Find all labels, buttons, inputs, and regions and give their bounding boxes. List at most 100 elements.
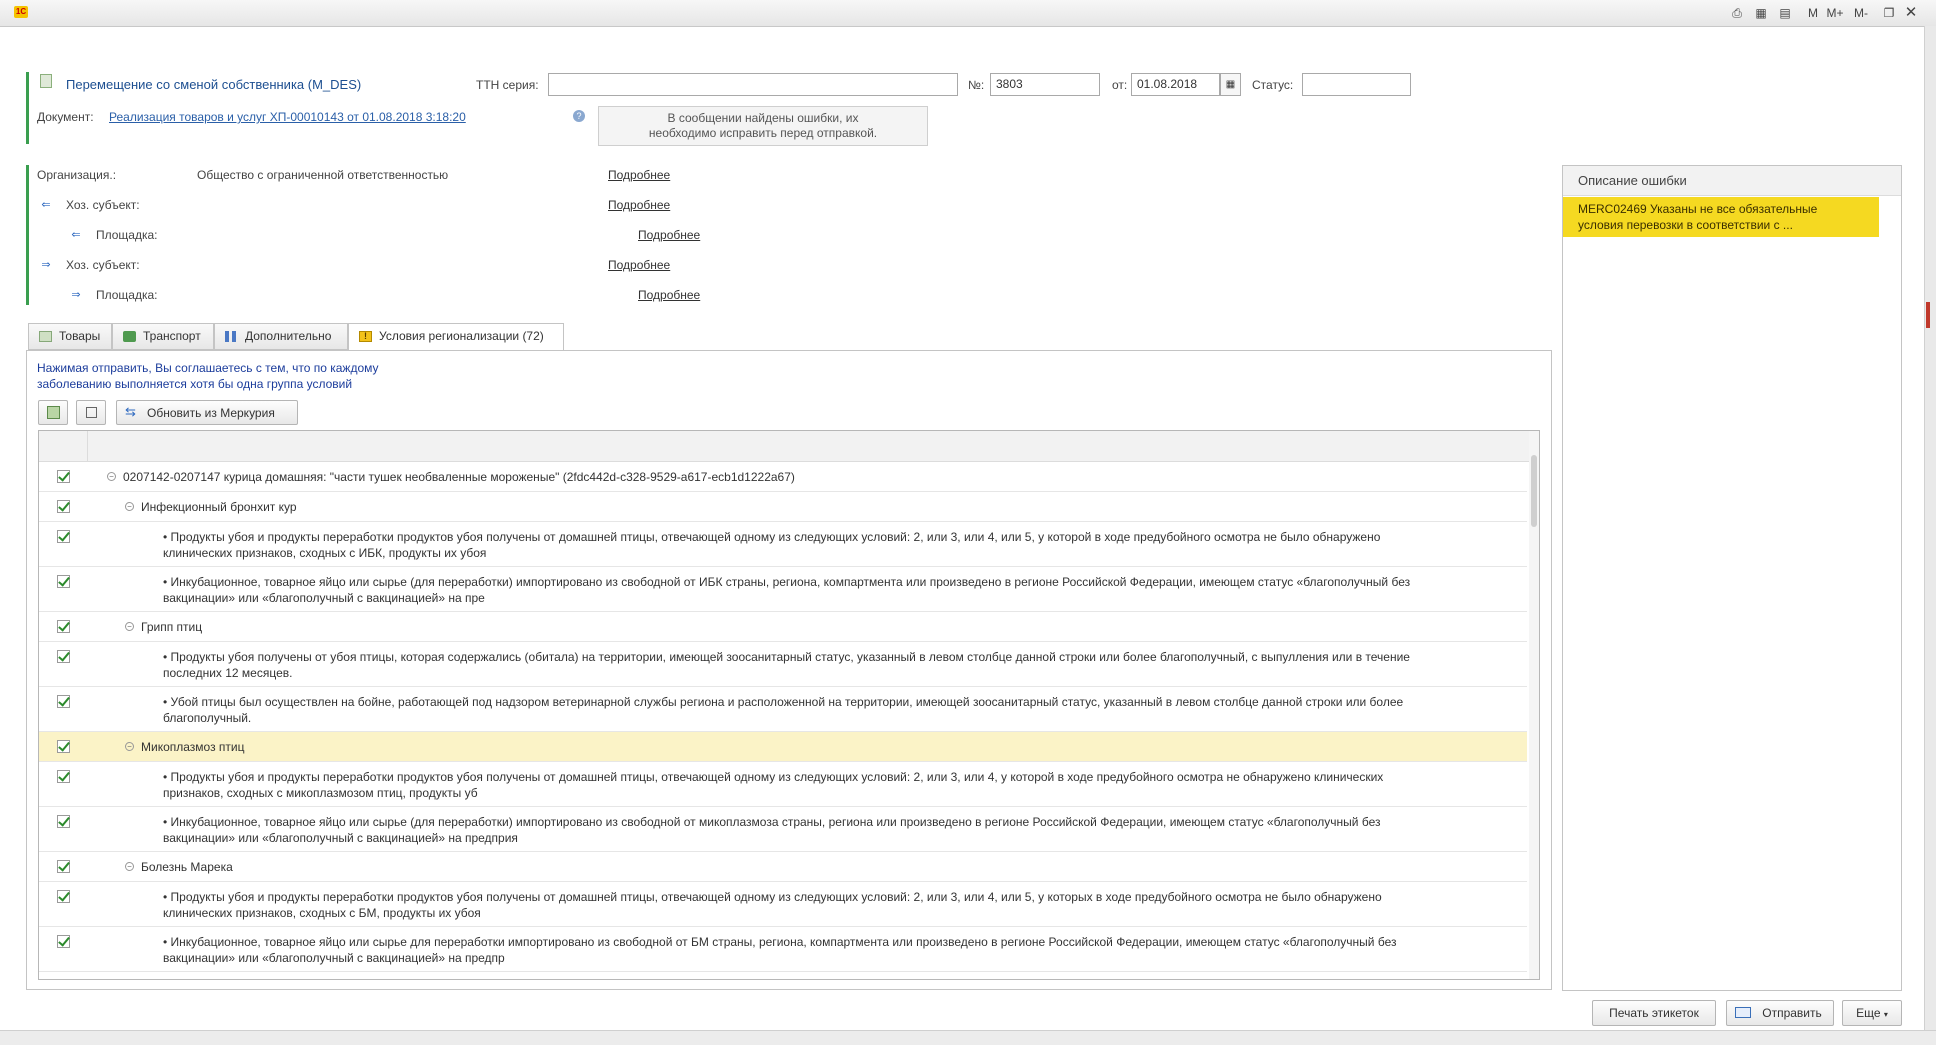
condition-row[interactable]: • Инкубационное, товарное яйцо или сырье…: [39, 807, 1527, 852]
close-icon[interactable]: ✕: [1902, 4, 1920, 22]
notice-line1: Нажимая отправить, Вы соглашаетесь с тем…: [37, 361, 379, 375]
tab-goods[interactable]: Товары: [28, 323, 112, 350]
grid-header: [39, 431, 1539, 462]
row-text-line1: • Продукты убоя и продукты переработки п…: [163, 890, 1382, 904]
header-accent-bar: [26, 72, 29, 144]
row-checkbox[interactable]: [57, 860, 70, 873]
date-field[interactable]: 01.08.2018: [1131, 73, 1220, 96]
row-text-line1: • Продукты убоя и продукты переработки п…: [163, 530, 1381, 544]
error-description-panel: Описание ошибки MERC02469 Указаны не все…: [1562, 165, 1902, 991]
row-text-line2: вакцинации» или «благополучный с вакцина…: [163, 951, 505, 965]
sender-site-more-link[interactable]: Подробнее: [638, 228, 700, 242]
row-checkbox[interactable]: [57, 935, 70, 948]
tab-transport-label: Транспорт: [143, 329, 201, 343]
row-text: • Продукты убоя получены от убоя птицы, …: [163, 649, 1410, 681]
row-text: • Убой птицы был осуществлен на бойне, р…: [163, 694, 1403, 726]
row-checkbox[interactable]: [57, 695, 70, 708]
disease-row[interactable]: − Микоплазмоз птиц: [39, 732, 1527, 762]
grid-header-divider: [87, 431, 88, 461]
more-actions-button[interactable]: Еще ▾: [1842, 1000, 1902, 1026]
error-notification-line2: необходимо исправить перед отправкой.: [648, 126, 878, 140]
organization-more-link[interactable]: Подробнее: [608, 168, 670, 182]
receiver-more-link[interactable]: Подробнее: [608, 258, 670, 272]
tab-transport[interactable]: Транспорт: [112, 323, 214, 350]
ttn-series-field[interactable]: [548, 73, 958, 96]
document-link[interactable]: Реализация товаров и услуг ХП-00010143 о…: [109, 110, 466, 124]
row-checkbox[interactable]: [57, 740, 70, 753]
calendar-icon[interactable]: ▤: [1776, 4, 1794, 22]
vertical-scrollbar[interactable]: [1529, 431, 1539, 979]
list-icon: [225, 331, 238, 342]
receiver-site-label: Площадка:: [96, 288, 158, 302]
condition-row[interactable]: • Инкубационное, товарное яйцо или сырье…: [39, 927, 1527, 972]
condition-row[interactable]: • Продукты убоя и продукты переработки п…: [39, 882, 1527, 927]
copy-button[interactable]: [76, 400, 106, 425]
row-text-line2: признаков, сходных с микоплазмозом птиц,…: [163, 786, 478, 800]
calendar-picker-icon[interactable]: ▦: [1220, 73, 1241, 96]
copy-icon: [86, 407, 97, 418]
memory-m-button[interactable]: M: [1804, 4, 1822, 22]
restore-window-icon[interactable]: ❐: [1880, 4, 1898, 22]
status-field[interactable]: [1302, 73, 1411, 96]
print-icon[interactable]: ⎙: [1728, 4, 1746, 22]
check-all-button[interactable]: [38, 400, 68, 425]
calculator-icon[interactable]: ▦: [1752, 4, 1770, 22]
row-checkbox[interactable]: [57, 890, 70, 903]
collapse-icon[interactable]: −: [125, 502, 134, 511]
status-label: Статус:: [1252, 78, 1294, 92]
help-icon[interactable]: ?: [573, 110, 585, 122]
disease-row[interactable]: − Инфекционный бронхит кур: [39, 492, 1527, 522]
condition-row[interactable]: • Продукты убоя и продукты переработки п…: [39, 762, 1527, 807]
tab-additional-label: Дополнительно: [245, 329, 332, 343]
memory-minus-button[interactable]: M-: [1852, 4, 1870, 22]
refresh-from-mercury-button[interactable]: ⇆ Обновить из Меркурия: [116, 400, 298, 425]
window-titlebar: 1С ⎙ ▦ ▤ M M+ M- ❐ ✕: [0, 0, 1936, 27]
tab-additional[interactable]: Дополнительно: [214, 323, 348, 350]
disease-row[interactable]: − Болезнь Марека: [39, 852, 1527, 882]
row-checkbox[interactable]: [57, 650, 70, 663]
error-message-line1: MERC02469 Указаны не все обязательные: [1578, 202, 1818, 216]
row-checkbox[interactable]: [57, 530, 70, 543]
row-text: • Инкубационное, товарное яйцо или сырье…: [163, 574, 1410, 606]
error-panel-header: Описание ошибки: [1563, 166, 1901, 196]
row-text-line1: Болезнь Марека: [141, 860, 233, 874]
collapse-icon[interactable]: −: [125, 862, 134, 871]
condition-row[interactable]: • Инкубационное, товарное яйцо или сырье…: [39, 567, 1527, 612]
memory-plus-button[interactable]: M+: [1826, 4, 1844, 22]
row-checkbox[interactable]: [57, 620, 70, 633]
row-checkbox[interactable]: [57, 575, 70, 588]
print-labels-button[interactable]: Печать этикеток: [1592, 1000, 1716, 1026]
disease-row[interactable]: −Высокопатогенный грипп птиц: [39, 972, 1527, 979]
tab-regionalization[interactable]: ! Условия регионализации (72): [348, 323, 564, 351]
row-text-line2: вакцинации» или «благополучный с вакцина…: [163, 591, 485, 605]
row-checkbox[interactable]: [57, 470, 70, 483]
refresh-label: Обновить из Меркурия: [147, 406, 275, 420]
scrollbar-thumb[interactable]: [1531, 455, 1537, 527]
row-checkbox[interactable]: [57, 815, 70, 828]
send-button[interactable]: Отправить: [1726, 1000, 1834, 1026]
row-text: Микоплазмоз птиц: [141, 739, 245, 755]
row-text: • Продукты убоя и продукты переработки п…: [163, 529, 1380, 561]
document-type-title: Перемещение со сменой собственника (M_DE…: [66, 77, 362, 92]
conditions-tree-grid[interactable]: −0207142-0207147 курица домашняя: "части…: [38, 430, 1540, 980]
collapse-icon[interactable]: −: [125, 622, 134, 631]
condition-row[interactable]: • Убой птицы был осуществлен на бойне, р…: [39, 687, 1527, 732]
sync-arrows-icon: ⇆: [125, 404, 136, 419]
error-row[interactable]: MERC02469 Указаны не все обязательные ус…: [1563, 197, 1879, 237]
row-text: • Продукты убоя и продукты переработки п…: [163, 769, 1383, 801]
collapse-icon[interactable]: −: [125, 742, 134, 751]
document-label: Документ:: [37, 110, 94, 124]
condition-row[interactable]: • Продукты убоя получены от убоя птицы, …: [39, 642, 1527, 687]
row-checkbox[interactable]: [57, 500, 70, 513]
row-text-line1: • Убой птицы был осуществлен на бойне, р…: [163, 695, 1404, 709]
row-text-line1: Микоплазмоз птиц: [141, 740, 245, 754]
product-row[interactable]: −0207142-0207147 курица домашняя: "части…: [39, 462, 1527, 492]
collapse-icon[interactable]: −: [107, 472, 116, 481]
number-field[interactable]: 3803: [990, 73, 1100, 96]
condition-row[interactable]: • Продукты убоя и продукты переработки п…: [39, 522, 1527, 567]
disease-row[interactable]: − Грипп птиц: [39, 612, 1527, 642]
check-all-icon: [47, 406, 60, 419]
sender-more-link[interactable]: Подробнее: [608, 198, 670, 212]
receiver-site-more-link[interactable]: Подробнее: [638, 288, 700, 302]
row-checkbox[interactable]: [57, 770, 70, 783]
